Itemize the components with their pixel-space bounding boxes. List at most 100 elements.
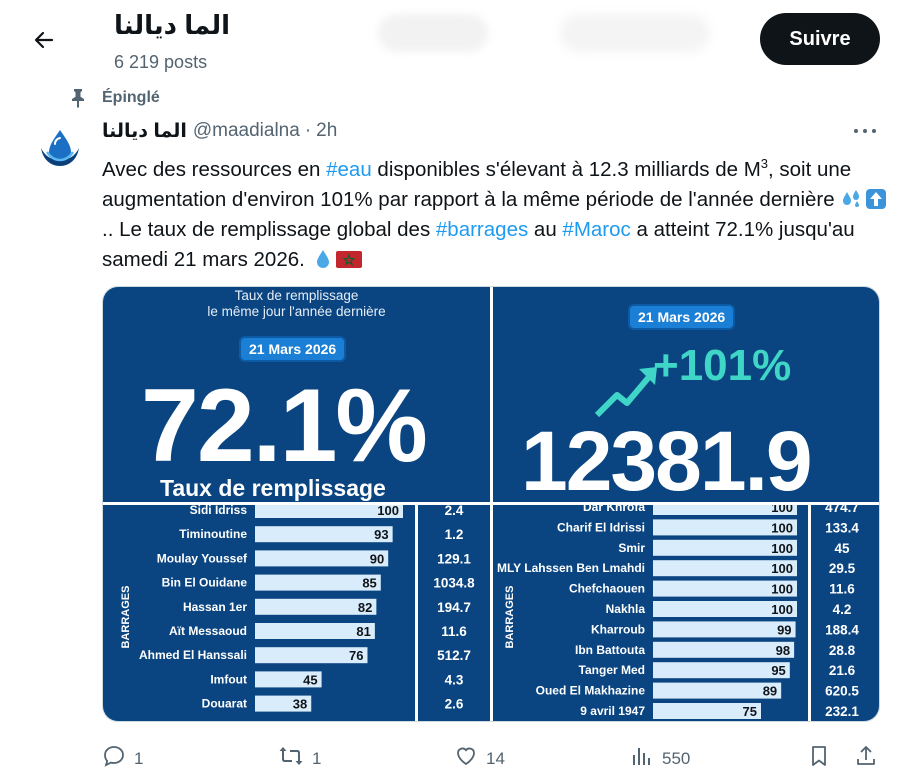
data-label: 100 <box>771 520 793 535</box>
category-label: MLY Lahssen Ben Lmahdi <box>497 561 645 575</box>
volume-label: 2.4 <box>445 505 464 518</box>
data-label: 98 <box>776 643 790 658</box>
axis-label: BARRAGES <box>120 586 132 649</box>
fill-rate-panel: Taux de remplissage le même jour l'année… <box>103 287 490 502</box>
avatar[interactable] <box>33 122 87 176</box>
action-bar: 1 1 14 550 <box>102 742 892 769</box>
volume-label: 21.6 <box>829 663 856 678</box>
column-divider <box>808 505 811 721</box>
top-bar: الما ديالنا 6 219 posts Suivre <box>0 0 913 85</box>
separator-dot: · <box>304 120 312 141</box>
hashtag-eau[interactable]: #eau <box>326 158 372 181</box>
reply-icon <box>102 744 126 769</box>
bar-chart: BARRAGES Dar Khrofa 100 474.7 Charif El Idri… <box>497 505 859 721</box>
category-label: Imfout <box>210 672 247 686</box>
bar <box>255 550 389 567</box>
category-label: Charif El Idrissi <box>557 520 645 534</box>
subtitle-2: le même jour l'année dernière <box>207 304 386 319</box>
data-label: 100 <box>771 505 793 515</box>
data-label: 76 <box>349 648 363 663</box>
change-value: +101% <box>653 341 792 390</box>
author-handle[interactable]: @maadialna <box>193 120 300 142</box>
axis-label: BARRAGES <box>504 586 516 649</box>
data-label: 89 <box>763 684 777 699</box>
pinned-label: Épinglé <box>102 89 160 106</box>
bar <box>653 662 790 679</box>
data-label: 100 <box>771 582 793 597</box>
data-label: 38 <box>293 697 307 712</box>
category-label: Douarat <box>202 697 247 711</box>
column-divider <box>415 505 418 721</box>
like-button[interactable]: 14 <box>454 744 505 769</box>
category-label: Oued El Makhazine <box>536 684 646 698</box>
profile-title: الما ديالنا <box>114 10 231 40</box>
data-label: 100 <box>771 602 793 617</box>
tweet-media[interactable]: Taux de remplissage le même jour l'année… <box>102 286 880 722</box>
retweet-icon <box>278 744 304 769</box>
text-segment: disponibles s'élevant à 12.3 milliards d… <box>371 157 761 181</box>
category-label: Bin El Ouidane <box>162 576 248 590</box>
posts-count: 6 219 posts <box>114 52 208 72</box>
data-label: 45 <box>303 672 317 687</box>
category-label: Smir <box>618 541 645 555</box>
category-label: Hassan 1er <box>183 600 247 614</box>
back-arrow-icon[interactable] <box>26 22 62 58</box>
volume-label: 11.6 <box>829 582 855 597</box>
volume-label: 474.7 <box>825 505 859 515</box>
volume-label: 2.6 <box>445 697 464 712</box>
text-segment: Avec des ressources en <box>102 157 327 181</box>
fill-rate-caption: Taux de remplissage <box>160 475 386 501</box>
author-name[interactable]: الما ديالنا <box>102 120 187 143</box>
data-label: 100 <box>377 505 399 518</box>
date-badge: 21 Mars 2026 <box>630 306 734 328</box>
volume-label: 620.5 <box>825 684 859 699</box>
up-arrow-emoji-icon <box>865 188 887 210</box>
superscript: 3 <box>760 156 769 171</box>
volume-label: 45 <box>834 541 850 556</box>
bookmark-icon[interactable] <box>807 744 831 769</box>
timestamp[interactable]: 2h <box>316 120 337 142</box>
retweet-button[interactable]: 1 <box>278 744 321 769</box>
data-label: 81 <box>356 624 370 639</box>
follow-button[interactable]: Suivre <box>760 13 880 65</box>
volume-label: 194.7 <box>437 600 471 615</box>
volume-panel: 21 Mars 2026 +101% 12381.9 <box>493 287 879 502</box>
more-options-icon[interactable] <box>846 116 884 146</box>
category-label: Dar Khrofa <box>583 505 645 514</box>
bar <box>653 641 795 658</box>
reply-count: 1 <box>134 748 144 768</box>
text-segment: .. Le taux de remplissage global des <box>102 217 436 241</box>
tweet-header: الما ديالنا @maadialna · 2h <box>102 118 337 144</box>
views-icon <box>630 744 654 769</box>
hashtag-barrages[interactable]: #barrages <box>436 218 528 241</box>
volume-label: 133.4 <box>825 520 859 535</box>
category-label: Moulay Youssef <box>157 551 248 565</box>
data-label: 82 <box>358 600 372 615</box>
pinned-indicator: Épinglé <box>66 86 160 110</box>
data-label: 100 <box>771 541 793 556</box>
data-label: 93 <box>374 527 388 542</box>
hashtag-maroc[interactable]: #Maroc <box>562 218 630 241</box>
volume-label: 4.3 <box>445 672 464 687</box>
volume-label: 512.7 <box>437 648 471 663</box>
views-button[interactable]: 550 <box>630 744 690 769</box>
volume-label: 29.5 <box>829 561 856 576</box>
dam-chart-right: BARRAGES Dar Khrofa 100 474.7 Charif El Idri… <box>493 505 879 721</box>
volume-label: 232.1 <box>825 704 859 719</box>
volume-label: 1034.8 <box>433 576 475 591</box>
category-label: Tanger Med <box>579 663 645 677</box>
data-label: 90 <box>370 551 384 566</box>
like-count: 14 <box>486 748 505 768</box>
share-icon[interactable] <box>854 744 878 769</box>
retweet-count: 1 <box>312 748 322 768</box>
bar <box>653 621 796 638</box>
pin-icon <box>66 88 90 108</box>
volume-value: 12381.9 <box>521 414 813 502</box>
blurred-background <box>560 14 710 52</box>
category-label: Kharroub <box>591 622 645 636</box>
reply-button[interactable]: 1 <box>102 744 143 769</box>
subtitle-1: Taux de remplissage <box>234 288 359 303</box>
category-label: Timinoutine <box>179 527 247 541</box>
category-label: Nakhla <box>606 602 646 616</box>
date-badge: 21 Mars 2026 <box>241 338 345 360</box>
